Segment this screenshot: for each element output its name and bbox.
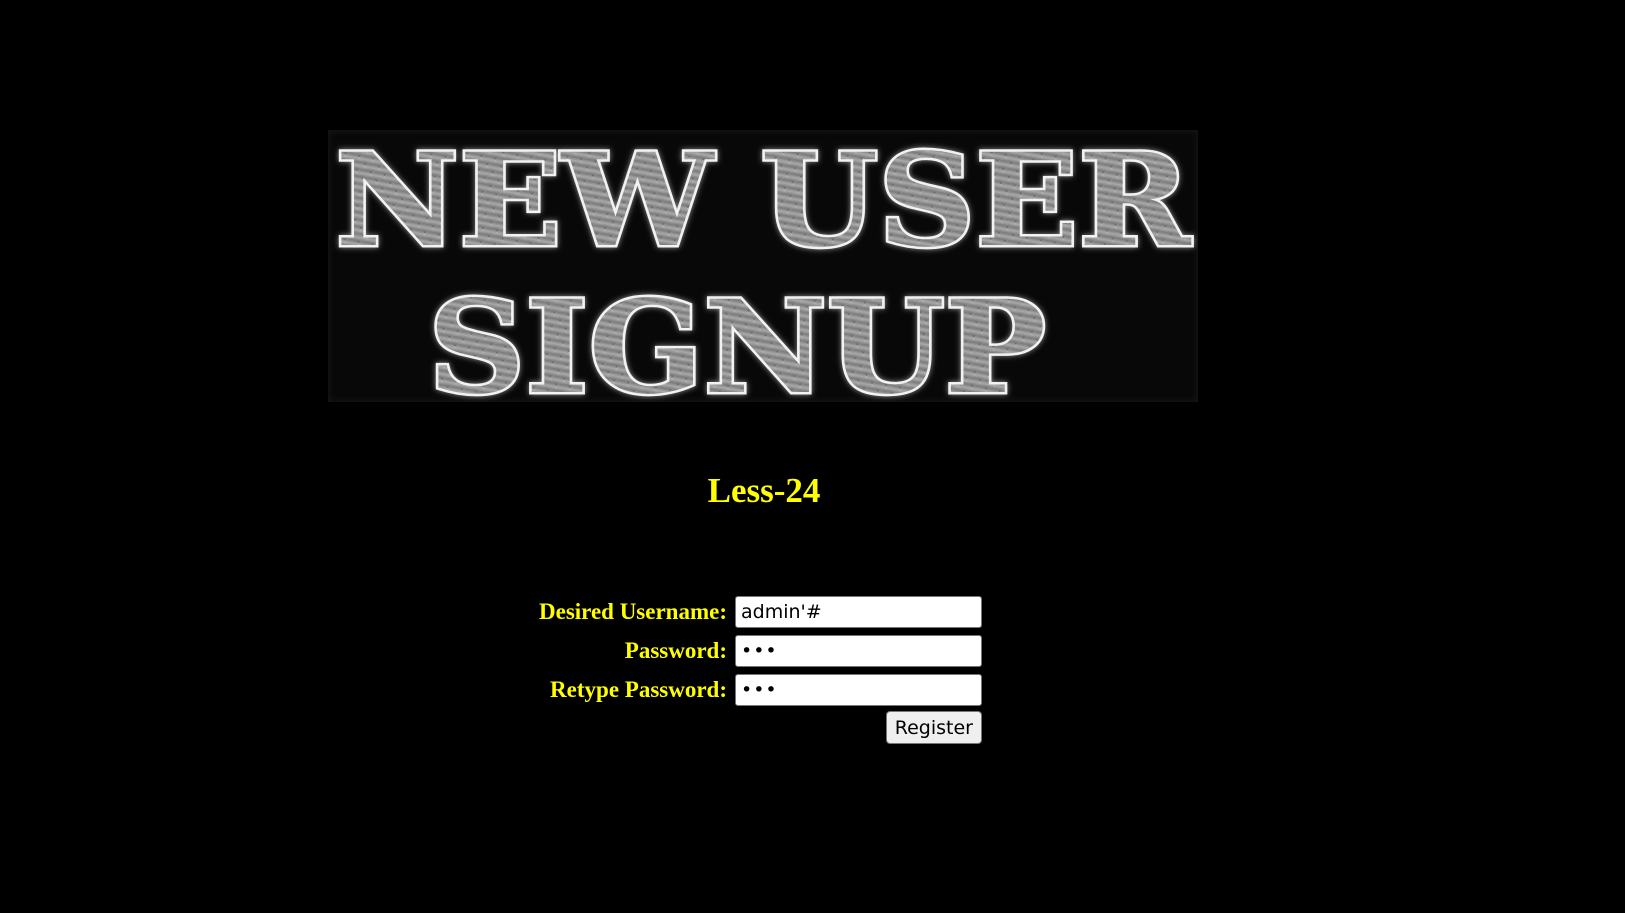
retype-password-row: Retype Password: xyxy=(480,670,990,709)
lesson-title: Less-24 xyxy=(707,471,821,510)
username-input[interactable] xyxy=(735,595,982,628)
retype-password-label: Retype Password: xyxy=(550,676,727,702)
password-input[interactable] xyxy=(735,634,982,667)
username-row: Desired Username: xyxy=(480,592,990,631)
new-user-signup-banner-image: NEW USER SIGNUP xyxy=(328,130,1198,402)
register-row: Register xyxy=(480,711,982,744)
register-button[interactable]: Register xyxy=(885,711,982,744)
banner-line-1: NEW USER xyxy=(336,130,1193,276)
signup-form: Desired Username: Password: Retype Passw… xyxy=(480,592,990,744)
password-row: Password: xyxy=(480,631,990,670)
banner-line-2: SIGNUP xyxy=(428,273,1046,402)
retype-password-input[interactable] xyxy=(735,673,982,706)
signup-page: NEW USER SIGNUP Less-24 Desired Username… xyxy=(0,0,1625,913)
password-label: Password: xyxy=(624,637,727,663)
username-label: Desired Username: xyxy=(539,598,727,624)
